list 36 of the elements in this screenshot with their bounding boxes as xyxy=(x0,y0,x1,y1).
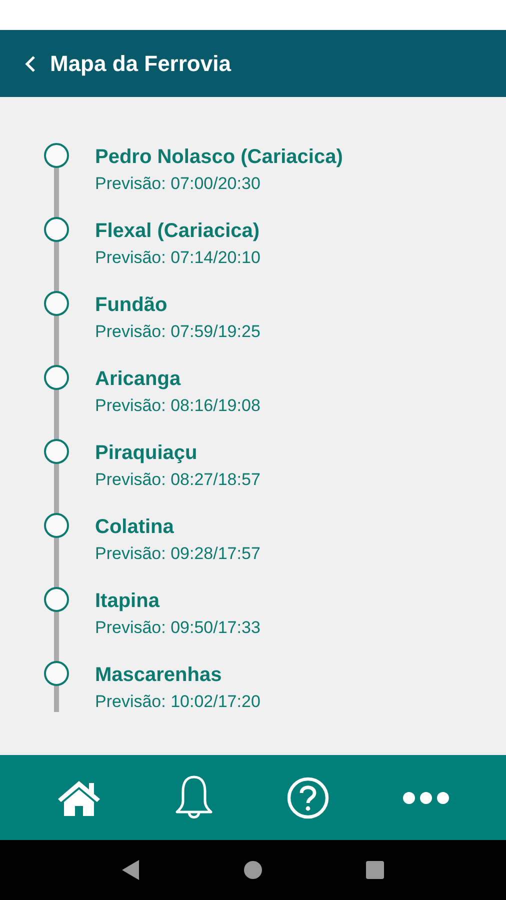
station-marker xyxy=(44,143,69,168)
station-marker xyxy=(44,365,69,390)
bell-icon xyxy=(174,774,214,820)
station-forecast: Previsão: 09:28/17:57 xyxy=(95,543,260,565)
station-name: Pedro Nolasco (Cariacica) xyxy=(95,145,343,169)
help-tab[interactable] xyxy=(286,776,330,820)
notifications-tab[interactable] xyxy=(174,774,214,820)
station-name: Mascarenhas xyxy=(95,663,223,687)
screen-title: Mapa da Ferrovia xyxy=(50,50,231,76)
station-marker xyxy=(44,217,69,242)
back-icon xyxy=(24,54,38,74)
station-marker xyxy=(44,661,69,686)
back-triangle-icon[interactable] xyxy=(121,859,141,881)
station-name: Aricanga xyxy=(95,367,182,391)
station-forecast: Previsão: 07:59/19:25 xyxy=(95,321,260,343)
station-forecast: Previsão: 09:50/17:33 xyxy=(95,617,260,639)
station-name: Itapina xyxy=(95,589,161,613)
recents-square-icon[interactable] xyxy=(365,860,385,880)
station-name: Colatina xyxy=(95,515,175,539)
station-name: Fundão xyxy=(95,293,168,317)
more-icon xyxy=(402,790,450,804)
station-forecast: Previsão: 08:27/18:57 xyxy=(95,469,260,491)
station-forecast: Previsão: 08:16/19:08 xyxy=(95,395,260,417)
station-name: Piraquiaçu xyxy=(95,441,198,465)
station-marker xyxy=(44,439,69,464)
back-button[interactable] xyxy=(24,54,38,74)
station-marker xyxy=(44,291,69,316)
help-icon xyxy=(286,776,330,820)
station-forecast: Previsão: 10:02/17:20 xyxy=(95,691,260,713)
more-tab[interactable] xyxy=(402,790,450,804)
station-forecast: Previsão: 07:14/20:10 xyxy=(95,247,260,269)
station-marker xyxy=(44,587,69,612)
station-forecast: Previsão: 07:00/20:30 xyxy=(95,173,262,195)
station-name: Flexal (Cariacica) xyxy=(95,219,260,243)
station-marker xyxy=(44,513,69,538)
home-circle-icon[interactable] xyxy=(243,860,263,880)
